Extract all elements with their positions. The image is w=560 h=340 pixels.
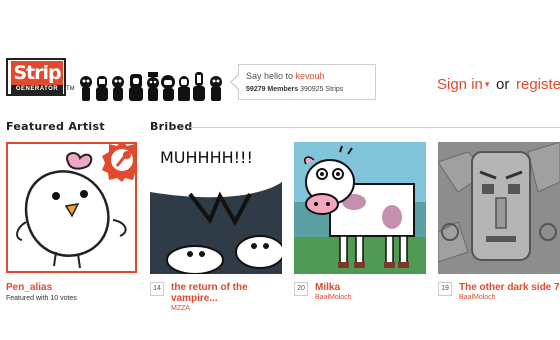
- featured-artist-image[interactable]: [6, 142, 137, 273]
- logo-generator-text: GENERATOR: [11, 85, 63, 94]
- sign-in-label: Sign in: [437, 76, 483, 93]
- strip-title[interactable]: Milka: [315, 282, 340, 293]
- strip-speech-text: MUHHHH!!!: [160, 148, 253, 167]
- strip-thumbnail[interactable]: [438, 142, 560, 274]
- strip-author[interactable]: BaalMoloch: [315, 294, 352, 301]
- strip-author[interactable]: MZZA: [171, 305, 190, 312]
- strip-thumbnail[interactable]: MUHHHH!!!: [150, 142, 282, 274]
- logo-tm: TM: [66, 86, 75, 92]
- character-lineup-image: [80, 72, 222, 101]
- featured-artist-name[interactable]: Pen_alias: [6, 282, 52, 293]
- hello-box-pointer-fill: [232, 75, 239, 89]
- logo-strip-text: Strip: [11, 61, 63, 85]
- vote-count: 20: [294, 282, 308, 296]
- bribed-heading: Bribed: [150, 120, 193, 133]
- strip-author[interactable]: BaalMoloch: [459, 294, 496, 301]
- chevron-down-icon: ▾: [484, 79, 490, 89]
- stone-face-strip-image: [438, 142, 560, 274]
- sign-in-button[interactable]: Sign in ▾: [437, 76, 489, 93]
- featured-artist-heading: Featured Artist: [6, 120, 105, 133]
- strip-title[interactable]: the return of the: [171, 282, 248, 293]
- greeting-prefix: Say hello to: [246, 71, 294, 81]
- site-stats: 59279 Members 390925 Strips: [246, 86, 343, 93]
- members-count: 59279: [246, 86, 266, 93]
- greeting-user-link[interactable]: kevouh: [296, 71, 325, 81]
- strip-thumbnail[interactable]: [294, 142, 426, 274]
- greeting-box: [238, 64, 376, 100]
- strips-count: 390925 Strips: [300, 86, 344, 93]
- register-link[interactable]: registe: [516, 76, 560, 93]
- featured-votes-text: Featured with 10 votes: [6, 295, 77, 302]
- strip-title-line2[interactable]: vampire...: [171, 293, 218, 304]
- or-separator: or: [496, 76, 510, 93]
- strip-title[interactable]: The other dark side 7: [459, 282, 560, 293]
- featured-badge-icon: [102, 144, 135, 182]
- section-divider: [190, 127, 560, 128]
- cow-strip-image: [294, 142, 426, 274]
- logo-frame: Strip GENERATOR: [6, 58, 66, 96]
- site-logo[interactable]: Strip GENERATOR TM: [6, 58, 75, 102]
- greeting-text: Say hello to kevouh: [246, 71, 325, 81]
- vote-count: 14: [150, 282, 164, 296]
- members-label: Members: [267, 86, 299, 93]
- vote-count: 19: [438, 282, 452, 296]
